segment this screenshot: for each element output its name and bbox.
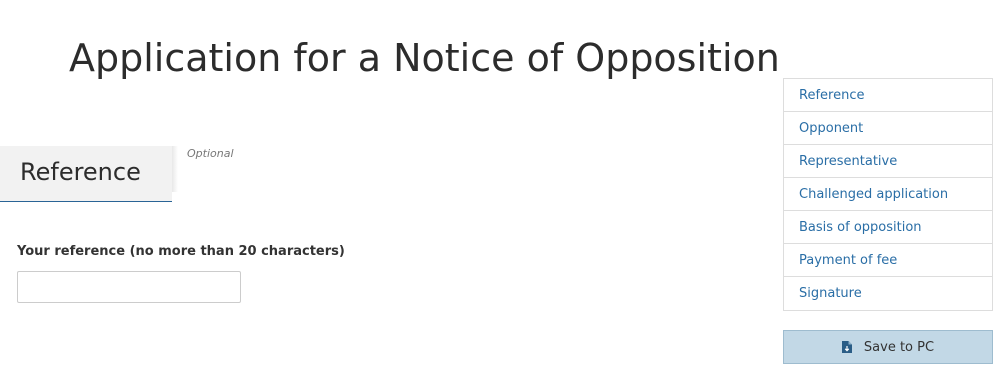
side-nav-item-opponent[interactable]: Opponent [784, 112, 992, 145]
section-title: Reference [20, 158, 141, 186]
save-to-pc-label: Save to PC [863, 339, 935, 355]
side-nav-item-signature[interactable]: Signature [784, 277, 992, 310]
side-nav-item-challenged-application[interactable]: Challenged application [784, 178, 992, 211]
file-download-icon [841, 341, 852, 353]
side-nav-item-reference[interactable]: Reference [784, 79, 992, 112]
side-nav-item-basis-of-opposition[interactable]: Basis of opposition [784, 211, 992, 244]
page-title: Application for a Notice of Opposition [69, 36, 780, 80]
page: Application for a Notice of Opposition R… [0, 0, 1002, 372]
reference-input[interactable] [17, 271, 241, 303]
side-nav-item-representative[interactable]: Representative [784, 145, 992, 178]
section-tab: Reference [0, 146, 172, 202]
optional-label: Optional [187, 147, 234, 160]
reference-field-label: Your reference (no more than 20 characte… [17, 244, 345, 259]
section-tab-edge [172, 146, 178, 192]
save-to-pc-button[interactable]: Save to PC [783, 330, 993, 364]
side-nav: Reference Opponent Representative Challe… [783, 78, 993, 311]
side-nav-item-payment-of-fee[interactable]: Payment of fee [784, 244, 992, 277]
